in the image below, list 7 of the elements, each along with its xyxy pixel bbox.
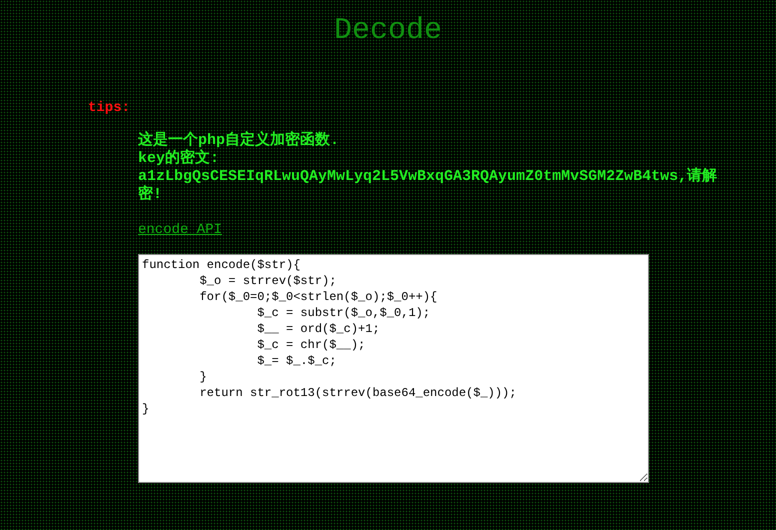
tip-text: 这是一个php自定义加密函数. <box>138 132 340 149</box>
encode-api-link[interactable]: encode API <box>138 222 222 238</box>
tips-label: tips: <box>88 100 132 116</box>
code-textarea[interactable]: function encode($str){ $_o = strrev($str); for($_0=0;$_0<strlen($_o);$_0++){ $_c = substr($_o,$_0,1); $__ = ord($_c)+1; $_c = chr($__); $_= $_.$_c; } return str_rot13(strrev(base64_encode($_))); } <box>138 254 649 483</box>
page-title: Decode <box>332 13 444 48</box>
tip-text: key的密文: <box>138 150 220 168</box>
tip-text: a1zLbgQsCESEIqRLwuQAyMwLyq2L5VwBxqGA3RQAyumZ0tmMvSGM2ZwB4tws,请解密! <box>138 168 718 204</box>
